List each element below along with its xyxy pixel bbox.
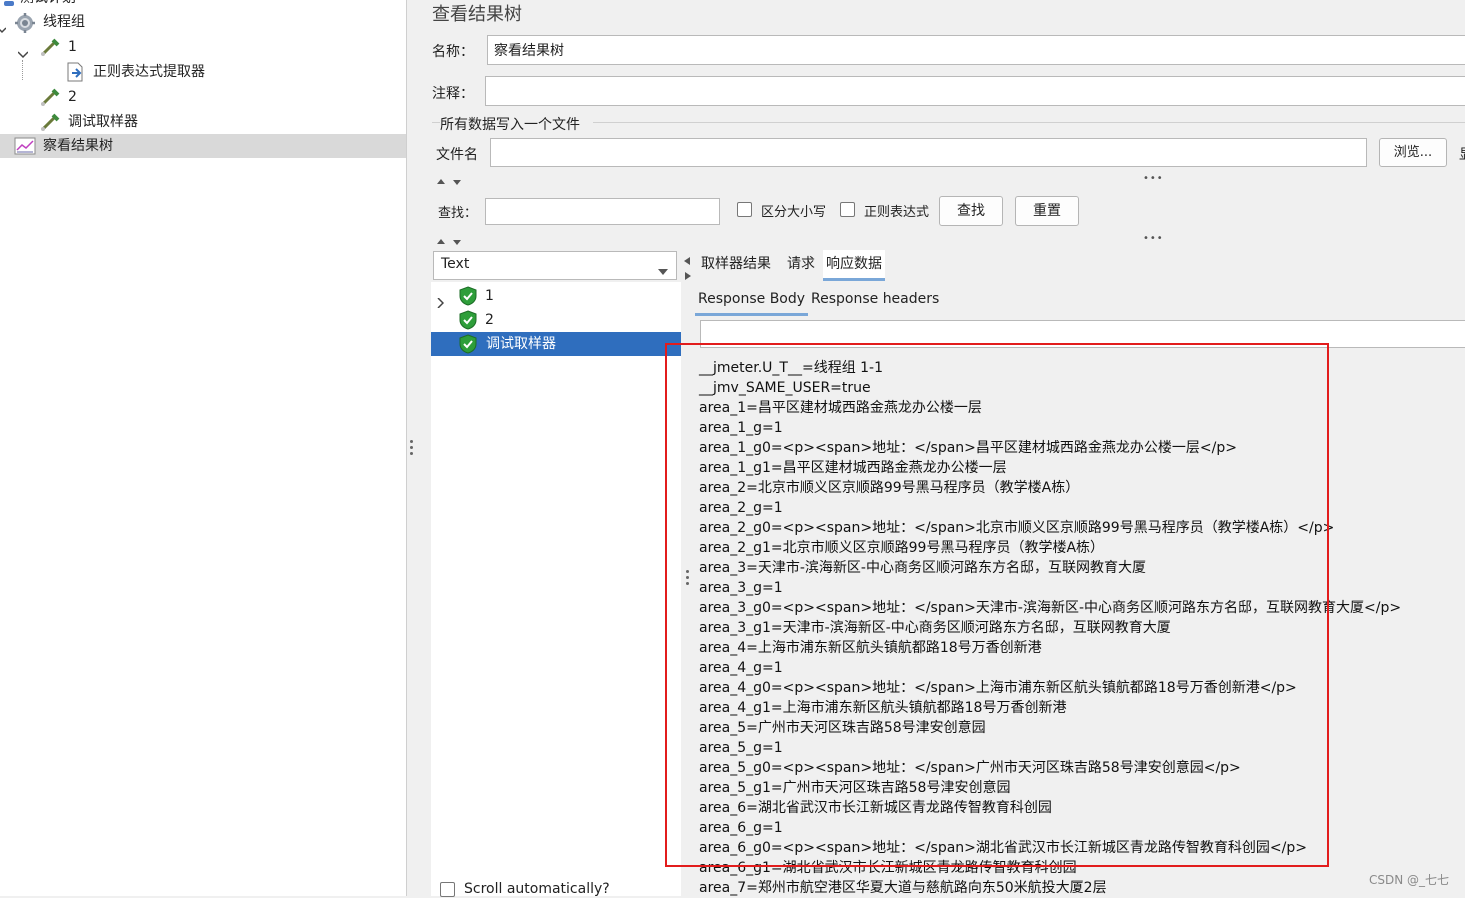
write-all-data-label: 所有数据写入一个文件 xyxy=(440,117,580,133)
response-line: area_1_g0=<p><span>地址：</span>昌平区建材城西路金燕龙… xyxy=(699,440,1237,456)
response-line: area_2_g1=北京市顺义区京顺路99号黑马程序员（教学楼A栋） xyxy=(699,540,1105,556)
response-line: area_4=上海市浦东新区航头镇航都路18号万香创新港 xyxy=(699,640,1042,656)
response-line: area_6_g0=<p><span>地址：</span>湖北省武汉市长江新城区… xyxy=(699,840,1307,856)
response-line: area_2_g0=<p><span>地址：</span>北京市顺义区京顺路99… xyxy=(699,520,1335,536)
display-button-cut[interactable]: 显 xyxy=(1459,144,1465,164)
response-line: area_5_g0=<p><span>地址：</span>广州市天河区珠吉路58… xyxy=(699,760,1241,776)
response-line: area_5_g=1 xyxy=(699,740,783,756)
response-line: area_6=湖北省武汉市长江新城区青龙路传智教育科创园 xyxy=(699,800,1052,816)
name-field[interactable]: 察看结果树 xyxy=(487,35,1465,65)
success-shield-icon xyxy=(459,310,477,330)
tree-item-label: 1 xyxy=(68,39,77,55)
filename-label: 文件名 xyxy=(436,147,478,163)
response-line: area_3_g0=<p><span>地址：</span>天津市-滨海新区-中心… xyxy=(699,600,1402,616)
response-line: area_3_g=1 xyxy=(699,580,783,596)
result-label: 1 xyxy=(485,288,494,304)
name-label: 名称： xyxy=(432,44,474,60)
collapse-down-icon[interactable] xyxy=(453,240,461,245)
response-line: area_5_g1=广州市天河区珠吉路58号津安创意园 xyxy=(699,780,1011,796)
tree-item-sampler-2[interactable]: 2 xyxy=(0,85,300,109)
search-label: 查找： xyxy=(438,206,478,221)
scroll-automatically-checkbox[interactable] xyxy=(440,882,455,897)
tree-item-view-results-tree[interactable]: 察看结果树 xyxy=(0,134,406,158)
collapse-right-icon[interactable] xyxy=(685,268,691,284)
tab-sampler-result[interactable]: 取样器结果 xyxy=(698,250,774,278)
panel-splitter[interactable] xyxy=(407,0,417,896)
subtab-response-headers[interactable]: Response headers xyxy=(808,285,942,313)
graph-icon xyxy=(14,137,36,163)
subtab-response-body[interactable]: Response Body xyxy=(695,285,809,316)
response-body-text[interactable]: __jmeter.U_T__=线程组 1-1 __jmv_SAME_USER=t… xyxy=(694,350,1465,896)
watermark: CSDN @_七七 xyxy=(1368,873,1449,887)
test-plan-tree[interactable]: 测试计划 线程组 1 正则表达式提取器 2 xyxy=(0,0,407,896)
collapse-down-icon[interactable] xyxy=(453,180,461,185)
result-item-2[interactable]: 2 xyxy=(431,308,681,332)
renderer-selected-value: Text xyxy=(441,256,470,272)
response-line: area_4_g1=上海市浦东新区航头镇航都路18号万香创新港 xyxy=(699,700,1067,716)
drag-handle-icon[interactable]: ••• xyxy=(1143,233,1164,244)
comment-label: 注释： xyxy=(432,86,474,102)
response-line: area_3_g1=天津市-滨海新区-中心商务区顺河路东方名邸，互联网教育大厦 xyxy=(699,620,1171,636)
comment-field[interactable] xyxy=(485,76,1465,106)
response-line: area_3=天津市-滨海新区-中心商务区顺河路东方名邸，互联网教育大厦 xyxy=(699,560,1146,576)
tree-item-label: 线程组 xyxy=(43,14,85,30)
results-list[interactable]: 1 2 调试取样器 xyxy=(431,282,681,896)
collapse-left-icon[interactable] xyxy=(684,253,690,269)
reset-button[interactable]: 重置 xyxy=(1015,196,1079,226)
tree-item-label: 察看结果树 xyxy=(43,138,113,154)
response-line: area_1_g=1 xyxy=(699,420,783,436)
response-line: area_4_g0=<p><span>地址：</span>上海市浦东新区航头镇航… xyxy=(699,680,1297,696)
response-line: area_5=广州市天河区珠吉路58号津安创意园 xyxy=(699,720,986,736)
response-filter-field[interactable] xyxy=(700,320,1465,348)
tab-response-data[interactable]: 响应数据 xyxy=(823,250,885,281)
tree-item-debug-sampler[interactable]: 调试取样器 xyxy=(0,110,300,134)
find-button[interactable]: 查找 xyxy=(939,196,1003,226)
response-line: area_4_g=1 xyxy=(699,660,783,676)
success-shield-icon xyxy=(459,334,477,354)
filename-field[interactable] xyxy=(490,138,1367,167)
search-input[interactable] xyxy=(485,198,720,225)
case-sensitive-checkbox[interactable] xyxy=(737,202,752,217)
response-line: area_6_g1=湖北省武汉市长江新城区青龙路传智教育科创园 xyxy=(699,860,1077,876)
tab-request[interactable]: 请求 xyxy=(784,250,818,278)
response-line: area_7=郑州市航空港区华夏大道与慈航路向东50米航投大厦2层 xyxy=(699,880,1107,896)
tree-item-regex-extractor[interactable]: 正则表达式提取器 xyxy=(0,60,300,84)
renderer-select[interactable]: Text xyxy=(433,251,677,280)
tree-item-label: 正则表达式提取器 xyxy=(93,64,205,80)
name-field-value: 察看结果树 xyxy=(494,43,564,59)
tree-item-sampler-1[interactable]: 1 xyxy=(0,35,300,59)
result-label: 调试取样器 xyxy=(486,336,556,352)
response-line: __jmeter.U_T__=线程组 1-1 xyxy=(699,360,884,376)
test-plan-icon xyxy=(2,0,16,6)
browse-button[interactable]: 浏览... xyxy=(1379,138,1447,167)
response-line: area_2_g=1 xyxy=(699,500,783,516)
result-item-debug-sampler[interactable]: 调试取样器 xyxy=(431,332,681,356)
case-sensitive-label: 区分大小写 xyxy=(761,205,827,220)
tree-item-label: 调试取样器 xyxy=(68,114,138,130)
collapse-up-icon[interactable] xyxy=(437,239,445,244)
response-line: area_1_g1=昌平区建材城西路金燕龙办公楼一层 xyxy=(699,460,1007,476)
collapse-up-icon[interactable] xyxy=(437,179,445,184)
response-line: __jmv_SAME_USER=true xyxy=(699,380,871,396)
regex-label: 正则表达式 xyxy=(864,205,930,220)
drag-handle-icon[interactable]: ••• xyxy=(1143,173,1164,184)
result-item-1[interactable]: 1 xyxy=(431,284,681,309)
response-line: area_6_g=1 xyxy=(699,820,783,836)
success-shield-icon xyxy=(459,286,477,306)
regex-checkbox[interactable] xyxy=(840,202,855,217)
result-label: 2 xyxy=(485,312,494,328)
panel-title: 查看结果树 xyxy=(432,4,522,25)
response-line: area_1=昌平区建材城西路金燕龙办公楼一层 xyxy=(699,400,982,416)
scroll-automatically-label: Scroll automatically? xyxy=(464,881,610,897)
tree-item-thread-group[interactable]: 线程组 xyxy=(0,10,300,34)
chevron-down-icon xyxy=(658,263,668,279)
response-line: area_2=北京市顺义区京顺路99号黑马程序员（教学楼A栋） xyxy=(699,480,1080,496)
tree-item-label: 测试计划 xyxy=(20,0,76,10)
tree-item-label: 2 xyxy=(68,89,77,105)
